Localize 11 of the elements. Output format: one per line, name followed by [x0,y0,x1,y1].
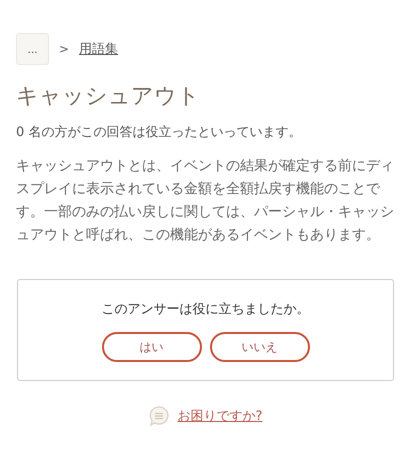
breadcrumb-separator: > [59,42,70,56]
feedback-button[interactable]: いいえ [210,332,310,362]
feedback-button[interactable]: はい [102,332,202,362]
chat-bubble-icon [148,405,170,427]
help-link[interactable]: お困りですか? [178,407,262,425]
article-title: キャッシュアウト [16,83,201,111]
feedback-question: このアンサーは役に立ちましたか。 [102,301,310,318]
helpful-count: 0 名の方がこの回答は役立ったといっています。 [16,124,302,141]
more-button[interactable]: ... [16,33,49,65]
breadcrumb-link[interactable]: 用語集 [79,40,118,58]
article-body: キャッシュアウトとは、イベントの結果が確定する前にディスプレイに表示されている金額を全額払戻す機能のことです。一部のみの払い戻しに関しては、パーシャル・キャッシュアウトと呼ばれ、この機能があるイベントもあります。 [16,157,394,245]
